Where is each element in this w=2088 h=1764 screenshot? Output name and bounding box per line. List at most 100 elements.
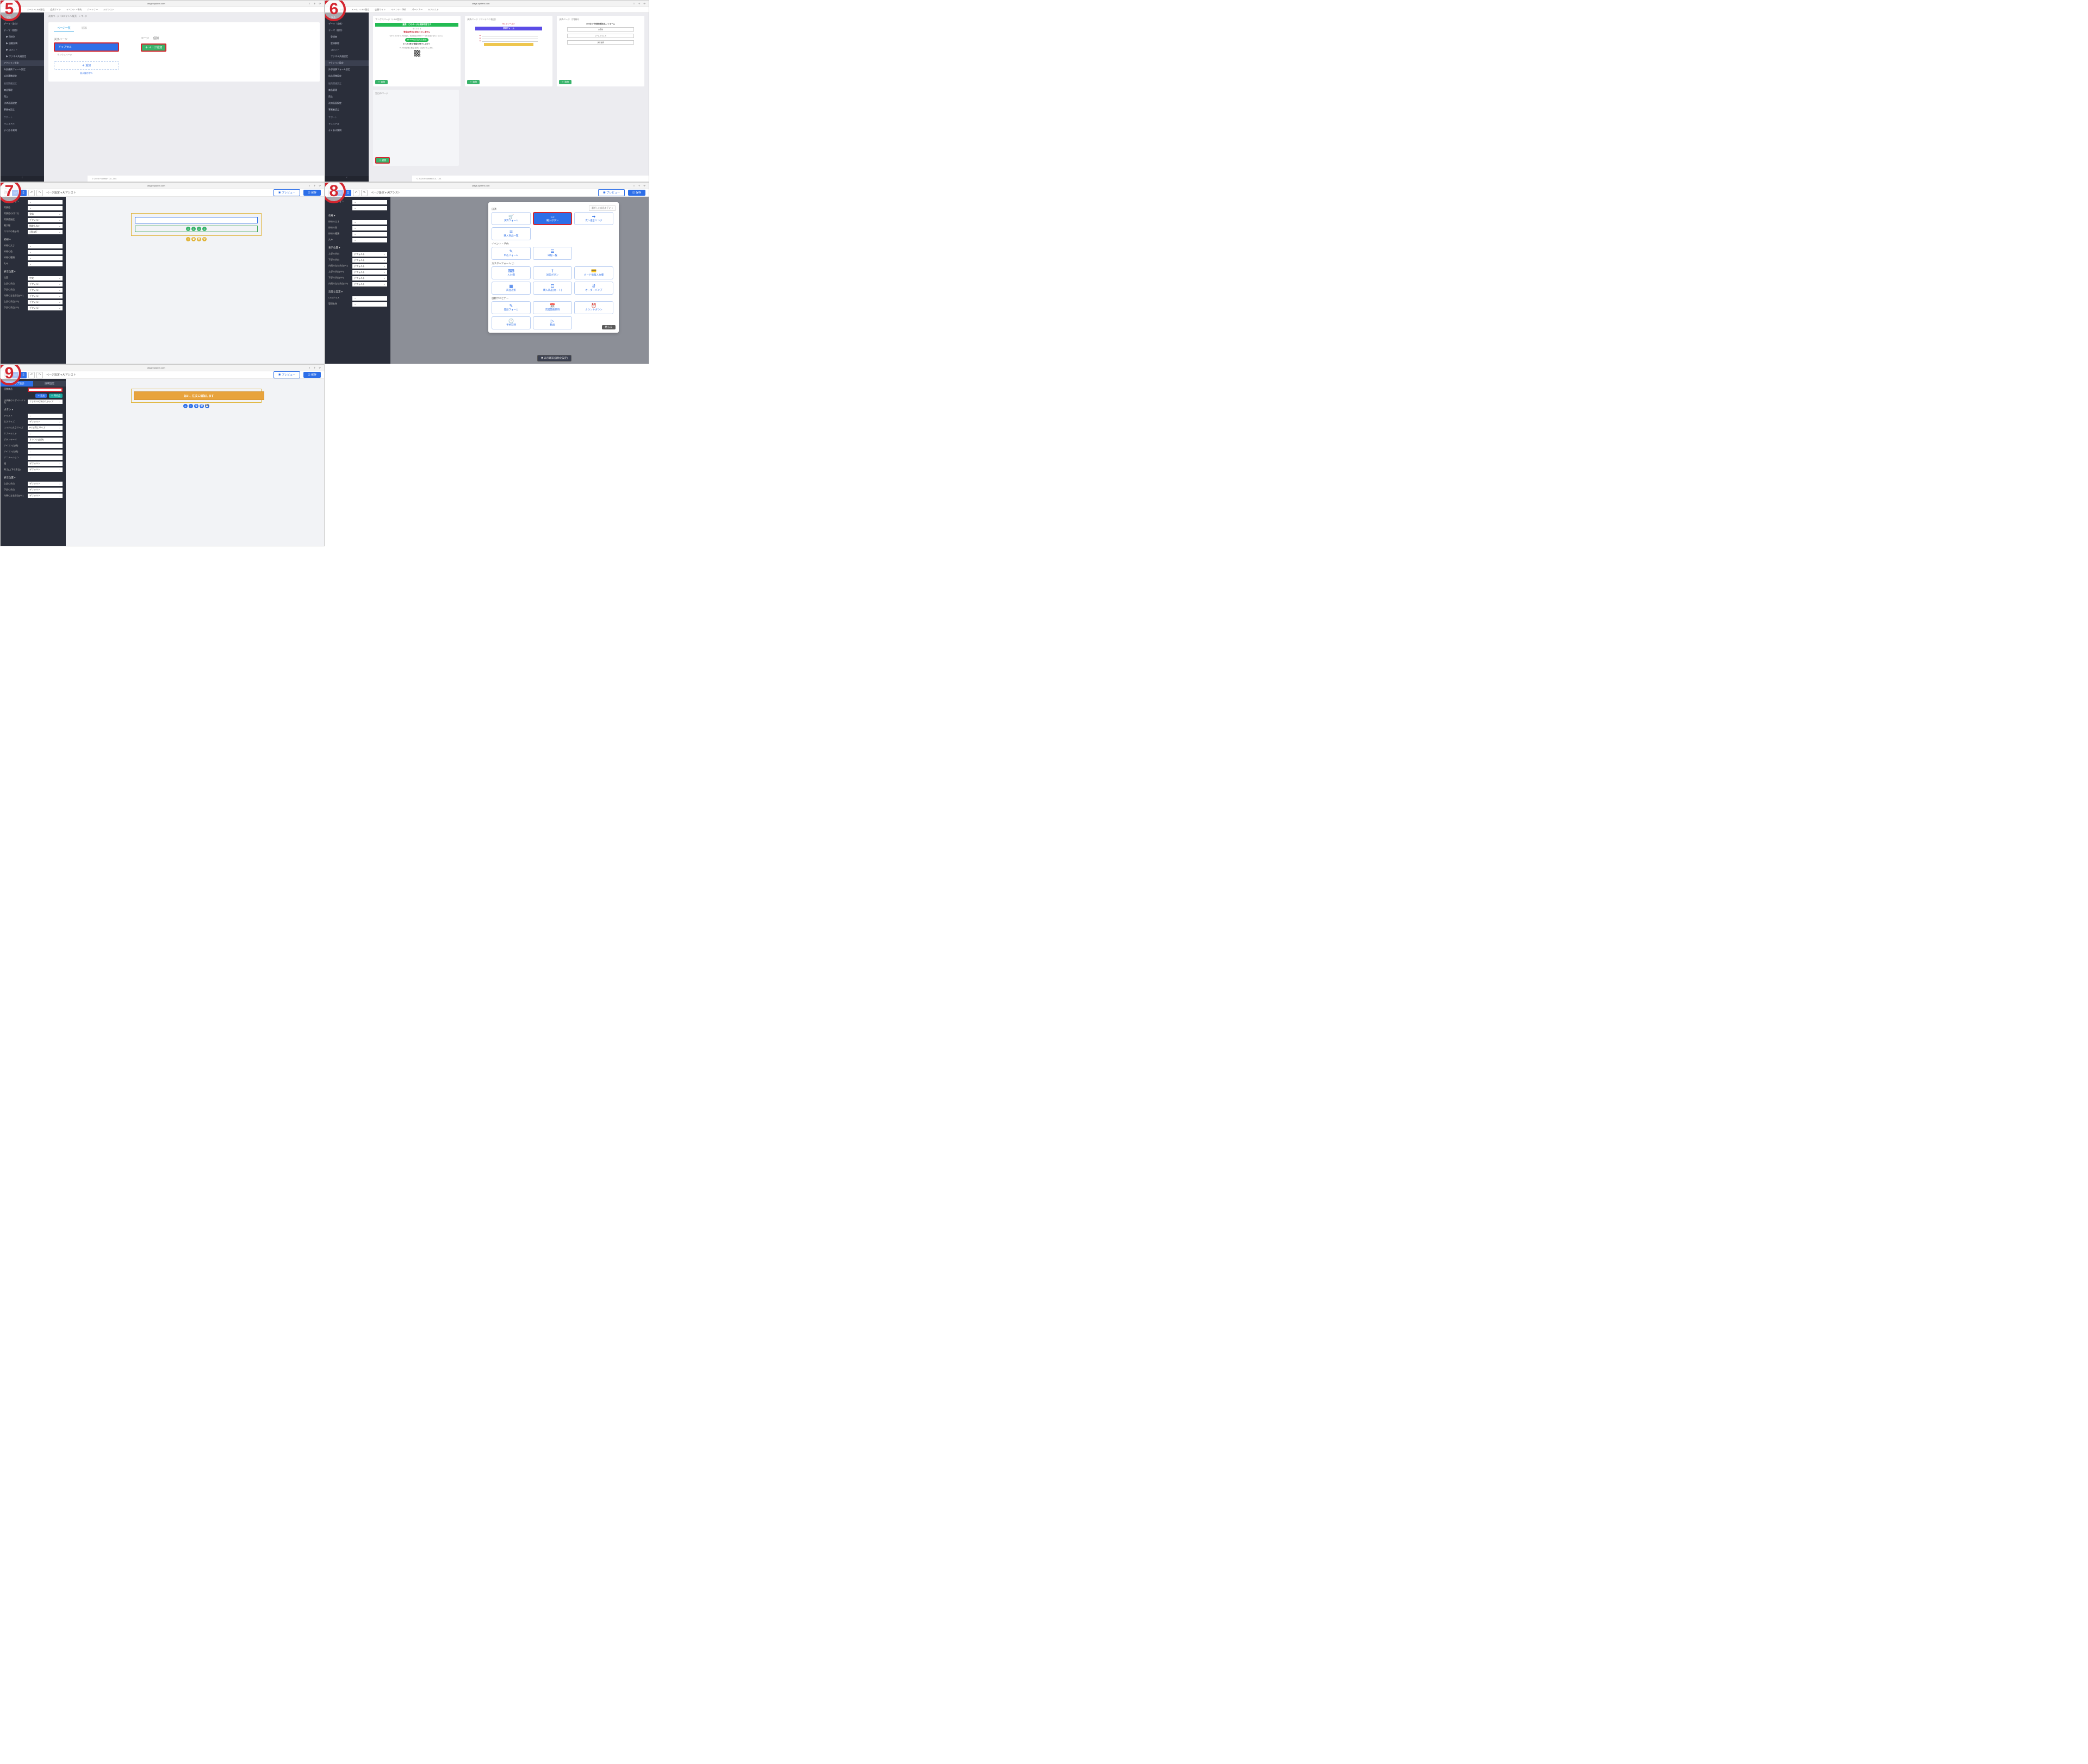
sidebar-item[interactable]: ▶ ファネル共通設定 <box>1 54 44 59</box>
select-button[interactable]: ＋ 追加 <box>375 80 388 84</box>
auto-check-button[interactable]: ◉ 表示確認(自動化設定) <box>537 355 571 361</box>
prop-value[interactable] <box>352 200 387 204</box>
delete-icon[interactable]: 🗑 <box>200 404 204 408</box>
unpublish-link[interactable]: 非公開ボタン <box>54 70 119 75</box>
sidebar-item-selected[interactable]: アクション設定 <box>1 60 44 66</box>
tab-page[interactable]: ページ <box>141 36 149 40</box>
add-chip[interactable]: ＋ 追加 <box>35 394 47 398</box>
nav-item[interactable]: 会員サイト <box>50 8 61 11</box>
template-card-fee[interactable]: 決済ページ（手数料） 10/8まで 作業依頼支払いフォーム お名前 メールアドレ… <box>557 16 644 86</box>
share-icon[interactable]: ⇧ <box>308 2 310 5</box>
preview-button[interactable]: ◉ プレビュー <box>274 189 300 196</box>
sidebar-item[interactable]: 広告連携設定 <box>1 73 44 79</box>
nav-item[interactable]: AIアシスト <box>103 8 114 11</box>
sidebar-item[interactable]: デーマ（個別） <box>1 28 44 33</box>
section-outline[interactable]: ＋ ＋ ＋ ＋ <box>131 213 262 236</box>
prop-value[interactable] <box>28 244 63 248</box>
element-tile-決済フォーム[interactable]: 🛒決済フォーム <box>492 212 531 225</box>
insert-position[interactable]: 選択した部品を下に ▾ <box>589 205 616 211</box>
prop-value[interactable] <box>28 444 63 448</box>
template-card-line[interactable]: サンクスページ（LINE登録） 重要！このページは削除可能です 0 : 1 : … <box>373 16 461 86</box>
element-tile-カウントダウン[interactable]: ⏰カウントダウン <box>574 301 613 314</box>
add-icon[interactable]: ＋ <box>183 404 188 408</box>
collapse-icon[interactable]: ‹ <box>1 176 44 182</box>
prop-value[interactable]: デフォルト <box>352 282 387 286</box>
prop-value[interactable]: PCと同じサイズ <box>28 426 63 430</box>
element-tile-オーダーバンプ[interactable]: ⇵オーダーバンプ <box>574 282 613 295</box>
add-page-button[interactable]: ＋ ページ追加 <box>141 43 166 52</box>
element-tile-購入ボタン[interactable]: ▭購入ボタン <box>533 212 572 225</box>
nav-item[interactable]: イベント・予約 <box>66 8 82 11</box>
move-icon[interactable]: ↕ <box>186 237 190 241</box>
nav-item[interactable]: パートナー <box>87 8 98 11</box>
add-icon[interactable]: ＋ <box>191 227 196 231</box>
sidebar-item[interactable]: 売上 <box>1 94 44 99</box>
prop-value[interactable]: オレンジ(立体) <box>28 438 63 442</box>
plus-icon[interactable]: ＋ <box>314 2 316 5</box>
prop-value[interactable] <box>352 232 387 236</box>
prop-value[interactable]: デフォルト <box>28 288 63 292</box>
sidebar-item[interactable]: マニュアル <box>1 121 44 127</box>
row-upsell[interactable]: アップセル <box>54 42 119 52</box>
sidebar-item[interactable]: 決済画面設定 <box>1 101 44 106</box>
element-tile-次回開催日時[interactable]: 📅次回開催日時 <box>533 301 572 314</box>
sidebar-item[interactable]: 外部連携フォーム設定 <box>1 67 44 72</box>
prop-value[interactable]: デフォルト <box>28 494 63 498</box>
element-tile-次へ進むリンク[interactable]: ➔次へ進むリンク <box>574 212 613 225</box>
editor-canvas[interactable]: ＋ ＋ ＋ ＋ ↕ ⧉ 🗑 ⚙ <box>66 197 324 364</box>
prop-value[interactable]: 指定しない <box>28 224 63 228</box>
element-tile-カード情報入力欄[interactable]: 💳カード情報入力欄 <box>574 266 613 279</box>
move-icon[interactable]: ↕ <box>189 404 193 408</box>
prop-value[interactable]: デフォルト <box>28 420 63 424</box>
prop-value[interactable]: デフォルト <box>352 258 387 263</box>
element-tile-入力欄[interactable]: ⌨入力欄 <box>492 266 531 279</box>
element-tile-送信ボタン[interactable]: ⇪送信ボタン <box>533 266 572 279</box>
template-card-checkout[interactable]: 決済ページ（コンテンツ販売） NO.1 シーズン 決済フォーム ■ ■ ■ ＋ … <box>465 16 552 86</box>
element-tile-日程一覧[interactable]: ☰日程一覧 <box>533 247 572 260</box>
tab-pagelist[interactable]: ページ一覧 <box>54 24 74 32</box>
select-button[interactable]: ＋ 追加 <box>559 80 571 84</box>
prop-value[interactable] <box>28 432 63 436</box>
prop-value[interactable]: デフォルト <box>28 488 63 492</box>
sidebar-item[interactable]: 商品管理 <box>1 88 44 93</box>
prop-value[interactable]: デフォルト <box>28 282 63 286</box>
prop-value[interactable] <box>28 200 63 204</box>
undo-icon[interactable]: ↶ <box>28 190 35 196</box>
sidebar-item[interactable]: 事業者設定 <box>1 107 44 113</box>
add-icon[interactable]: ＋ <box>186 227 190 231</box>
tab-individual[interactable]: 個別 <box>153 36 159 40</box>
element-tile-購入商品一覧[interactable]: ≣購入商品一覧 <box>492 227 531 240</box>
add-icon[interactable]: ＋ <box>197 227 201 231</box>
prop-value[interactable]: デフォルト <box>28 482 63 486</box>
save-button[interactable]: ☑ 保存 <box>303 190 321 196</box>
prop-value[interactable]: ファネルの次のステップ <box>28 400 63 404</box>
prop-value[interactable] <box>28 262 63 266</box>
prop-value[interactable] <box>352 226 387 230</box>
delete-icon[interactable]: 🗑 <box>197 237 201 241</box>
sidebar-item[interactable]: ▶ 目的別 <box>1 34 44 40</box>
prop-value[interactable] <box>28 256 63 260</box>
sidebar-item[interactable]: デーマ（全体） <box>1 21 44 27</box>
linked-product-field[interactable] <box>28 388 63 392</box>
purchase-button-element[interactable]: はい、注文に追加します <box>134 391 264 400</box>
close-button[interactable]: 閉じる <box>602 325 616 329</box>
element-slot[interactable]: ＋ ＋ ＋ ＋ <box>135 226 258 232</box>
add-button[interactable]: ＋ 追加 <box>54 61 119 70</box>
element-tile-動画[interactable]: ▷動画 <box>533 316 572 329</box>
template-card-blank[interactable]: 空白のページ ＋ 追加 <box>373 90 459 166</box>
copy-icon[interactable]: ⧉ <box>191 237 196 241</box>
prop-value[interactable]: デフォルト <box>28 294 63 298</box>
prop-value[interactable]: デフォルト <box>28 218 63 222</box>
save-icon[interactable]: 💾 <box>205 404 209 408</box>
prop-value[interactable] <box>352 206 387 210</box>
row-outline[interactable] <box>135 217 258 223</box>
nav-item[interactable]: メール・LINE配信 <box>27 8 45 11</box>
sidebar-item[interactable]: よくある質問 <box>1 128 44 133</box>
prop-value[interactable]: デフォルト <box>352 276 387 281</box>
select-button[interactable]: ＋ 追加 <box>467 80 480 84</box>
prop-value[interactable]: デフォルト <box>28 300 63 304</box>
prop-value[interactable] <box>28 450 63 454</box>
sidebar-item[interactable]: ▶ コメント <box>1 47 44 53</box>
sidebar-item[interactable]: ▶ 自動投稿 <box>1 41 44 46</box>
reload-icon[interactable]: ⟳ <box>319 2 321 5</box>
